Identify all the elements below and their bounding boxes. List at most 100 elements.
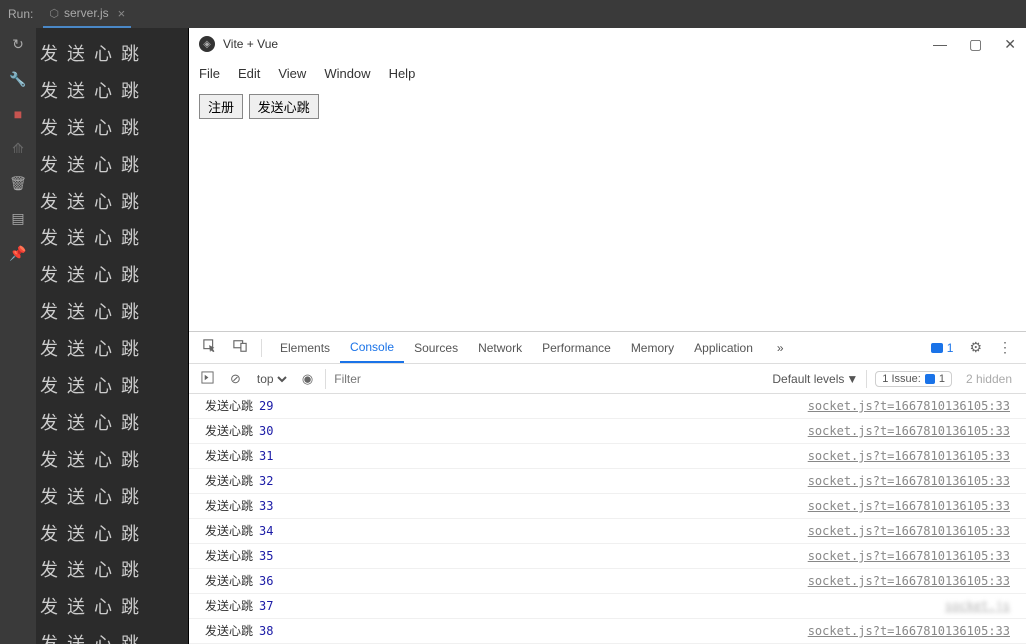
console-row: 发送心跳30 socket.js?t=1667810136105:33	[189, 419, 1026, 444]
server-output: 发 送 心 跳发 送 心 跳发 送 心 跳发 送 心 跳发 送 心 跳发 送 心…	[36, 28, 188, 644]
clear-console-icon[interactable]: ⊘	[226, 371, 245, 387]
stop-icon[interactable]: ■	[14, 106, 22, 122]
console-row: 发送心跳32 socket.js?t=1667810136105:33	[189, 469, 1026, 494]
vite-icon: ◈	[199, 36, 215, 52]
console-source-link[interactable]: socket.js?t=1667810136105:33	[808, 446, 1010, 466]
server-output-line: 发 送 心 跳	[40, 552, 184, 589]
console-source-link[interactable]: socket.js?t=1667810136105:33	[808, 496, 1010, 516]
console-source-link[interactable]: socket.js?t=1667810136105:33	[808, 571, 1010, 591]
devtools-tab-application[interactable]: Application	[684, 332, 763, 363]
devtools-more-tabs[interactable]: »	[767, 332, 794, 363]
ide-topbar: Run: ⬡ server.js ×	[0, 0, 1026, 28]
devtools-tab-performance[interactable]: Performance	[532, 332, 621, 363]
close-button[interactable]: ✕	[1004, 36, 1016, 53]
window-controls: — ▢ ✕	[933, 36, 1016, 53]
server-output-line: 发 送 心 跳	[40, 516, 184, 553]
rerun-icon[interactable]: ↻	[12, 36, 24, 53]
console-source-link[interactable]: socket.js?t=1667810136105:33	[808, 396, 1010, 416]
js-file-icon: ⬡	[49, 7, 59, 20]
menu-item-edit[interactable]: Edit	[238, 66, 260, 81]
devtools-tab-sources[interactable]: Sources	[404, 332, 468, 363]
console-source-link[interactable]: socket.js?t=1667810136105:33	[808, 621, 1010, 641]
menu-item-window[interactable]: Window	[324, 66, 370, 81]
console-message: 发送心跳30	[205, 421, 273, 441]
hidden-count[interactable]: 2 hidden	[960, 372, 1018, 386]
divider	[866, 370, 867, 388]
console-source-link[interactable]: socket.js?t=1667810136105:33	[808, 421, 1010, 441]
trash-icon[interactable]: 🗑	[9, 175, 27, 192]
console-row: 发送心跳38socket.js?t=1667810136105:33	[189, 619, 1026, 644]
console-source-link[interactable]: socket.js	[945, 596, 1010, 616]
devtools-tab-console[interactable]: Console	[340, 332, 404, 363]
console-row: 发送心跳33 socket.js?t=1667810136105:33	[189, 494, 1026, 519]
console-row: 发送心跳34 socket.js?t=1667810136105:33	[189, 519, 1026, 544]
server-output-line: 发 送 心 跳	[40, 589, 184, 626]
app-window: ◈ Vite + Vue — ▢ ✕ File Edit View Window Hel…	[188, 28, 1026, 644]
register-button[interactable]: 注册	[199, 94, 243, 119]
device-toolbar-icon[interactable]	[227, 339, 253, 356]
ide-body: ↻ 🔧 ■ ⟰ 🗑 ▤ 📌 发 送 心 跳发 送 心 跳发 送 心 跳发 送 心…	[0, 28, 1026, 644]
devtools: ElementsConsoleSourcesNetworkPerformance…	[189, 331, 1026, 644]
console-source-link[interactable]: socket.js?t=1667810136105:33	[808, 521, 1010, 541]
issue-pill[interactable]: 1 Issue: 1	[875, 371, 952, 387]
app-menubar: File Edit View Window Help	[189, 60, 1026, 86]
server-output-line: 发 送 心 跳	[40, 73, 184, 110]
server-output-line: 发 送 心 跳	[40, 626, 184, 644]
server-output-line: 发 送 心 跳	[40, 331, 184, 368]
close-icon[interactable]: ×	[118, 6, 126, 21]
console-message: 发送心跳29	[205, 396, 273, 416]
app-blank-area	[189, 127, 1026, 331]
server-output-line: 发 送 心 跳	[40, 294, 184, 331]
log-levels-select[interactable]: Default levels ▼	[772, 372, 858, 386]
issue-square-icon	[925, 374, 935, 384]
server-output-line: 发 送 心 跳	[40, 220, 184, 257]
server-output-line: 发 送 心 跳	[40, 479, 184, 516]
console-source-link[interactable]: socket.js?t=1667810136105:33	[808, 546, 1010, 566]
live-expression-eye-icon[interactable]: ◉	[298, 371, 317, 387]
server-output-line: 发 送 心 跳	[40, 184, 184, 221]
console-filter-input[interactable]	[325, 369, 764, 389]
pause-output-icon[interactable]: ⟰	[12, 140, 24, 157]
execution-context-select[interactable]: top	[253, 371, 290, 387]
console-output: 发送心跳29socket.js?t=1667810136105:33发送心跳30…	[189, 394, 1026, 644]
window-title: Vite + Vue	[223, 37, 278, 51]
server-output-line: 发 送 心 跳	[40, 110, 184, 147]
menu-item-file[interactable]: File	[199, 66, 220, 81]
console-message: 发送心跳35	[205, 546, 273, 566]
devtools-tab-network[interactable]: Network	[468, 332, 532, 363]
layout-icon[interactable]: ▤	[11, 210, 24, 227]
kebab-menu-icon[interactable]: ⋮	[992, 339, 1018, 356]
maximize-button[interactable]: ▢	[969, 36, 982, 53]
console-sidebar-toggle-icon[interactable]	[197, 371, 218, 387]
console-message: 发送心跳34	[205, 521, 273, 541]
app-titlebar: ◈ Vite + Vue — ▢ ✕	[189, 28, 1026, 60]
pin-icon[interactable]: 📌	[9, 245, 26, 262]
run-label: Run:	[8, 7, 33, 21]
menu-item-help[interactable]: Help	[389, 66, 416, 81]
server-output-line: 发 送 心 跳	[40, 405, 184, 442]
minimize-button[interactable]: —	[933, 36, 947, 53]
console-filterbar: ⊘ top ◉ Default levels ▼ 1 Issue: 1 2 hi…	[189, 364, 1026, 394]
console-row: 发送心跳36socket.js?t=1667810136105:33	[189, 569, 1026, 594]
menu-item-view[interactable]: View	[278, 66, 306, 81]
heartbeat-button[interactable]: 发送心跳	[249, 94, 319, 119]
devtools-issues-indicator[interactable]: 1	[925, 341, 960, 355]
run-config-filename: server.js	[64, 6, 109, 20]
console-message: 发送心跳32	[205, 471, 273, 491]
server-output-line: 发 送 心 跳	[40, 442, 184, 479]
devtools-tabbar: ElementsConsoleSourcesNetworkPerformance…	[189, 332, 1026, 364]
devtools-tab-memory[interactable]: Memory	[621, 332, 684, 363]
console-row: 发送心跳35 socket.js?t=1667810136105:33	[189, 544, 1026, 569]
wrench-icon[interactable]: 🔧	[9, 71, 26, 88]
console-message: 发送心跳33	[205, 496, 273, 516]
devtools-tab-elements[interactable]: Elements	[270, 332, 340, 363]
console-message: 发送心跳31	[205, 446, 273, 466]
console-row: 发送心跳31 socket.js?t=1667810136105:33	[189, 444, 1026, 469]
app-content: 注册 发送心跳	[189, 86, 1026, 127]
inspect-element-icon[interactable]	[197, 339, 223, 356]
settings-gear-icon[interactable]: ⚙	[963, 339, 988, 356]
run-config-tab[interactable]: ⬡ server.js ×	[43, 0, 131, 28]
ide-run-gutter: ↻ 🔧 ■ ⟰ 🗑 ▤ 📌	[0, 28, 36, 644]
console-source-link[interactable]: socket.js?t=1667810136105:33	[808, 471, 1010, 491]
console-row: 发送心跳37socket.js	[189, 594, 1026, 619]
